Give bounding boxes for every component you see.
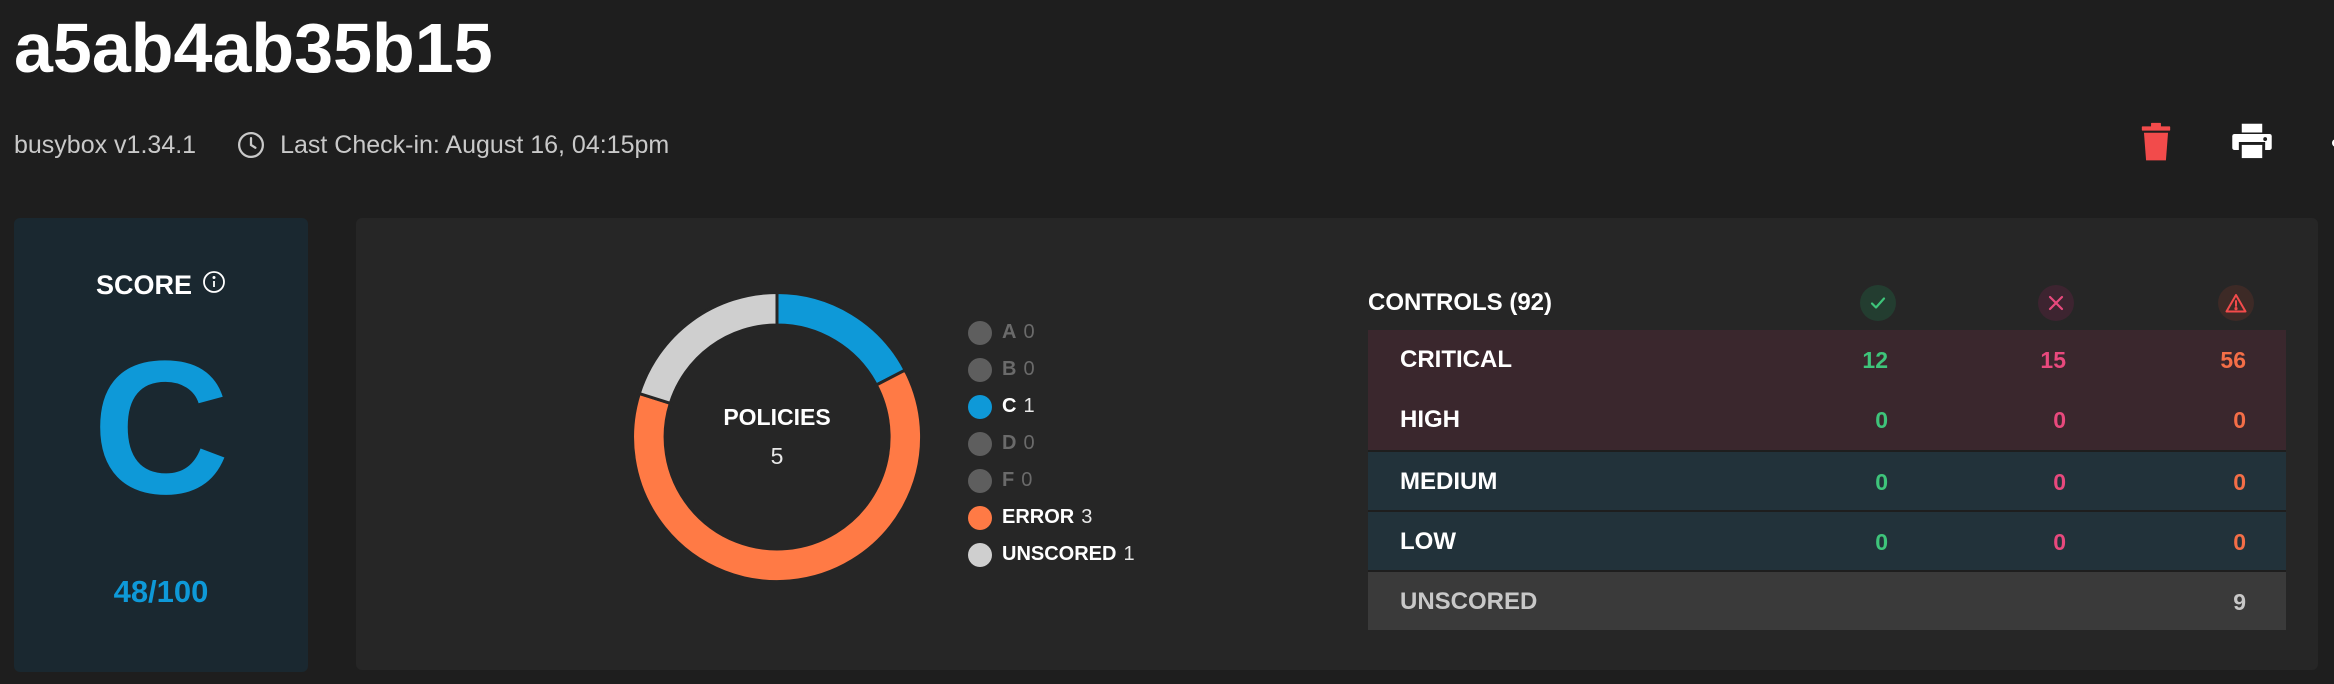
asset-meta: busybox v1.34.1 Last Check-in: August 16… [14, 128, 669, 162]
legend-name: F [1002, 469, 1015, 491]
legend-name: ERROR [1002, 506, 1075, 528]
policies-label: POLICIES [723, 404, 831, 430]
score-heading: SCORE [14, 270, 308, 301]
severity-label: LOW [1400, 528, 1456, 555]
controls-row-medium[interactable]: MEDIUM 0 0 0 [1368, 450, 2286, 510]
severity-label: MEDIUM [1400, 468, 1498, 495]
controls-row-critical[interactable]: CRITICAL 12 15 56 [1368, 330, 2286, 390]
legend-item-b[interactable]: B 0 [968, 351, 1135, 388]
legend-dot [968, 542, 992, 567]
legend-name: D [1002, 432, 1017, 454]
passed-count: 0 [1875, 407, 1888, 433]
legend-count: 0 [1023, 432, 1035, 454]
failed-count: 0 [2053, 529, 2066, 555]
donut-center: POLICIES 5 [632, 292, 922, 582]
check-icon[interactable] [1860, 285, 1896, 321]
unscored-count: 9 [2233, 589, 2246, 615]
legend-count: 1 [1123, 543, 1135, 565]
delete-button[interactable] [2126, 116, 2186, 172]
legend-count: 3 [1081, 506, 1093, 528]
controls-title: CONTROLS (92) [1368, 289, 1553, 316]
legend-item-f[interactable]: F 0 [968, 462, 1135, 499]
asset-title: a5ab4ab35b15 [14, 9, 493, 87]
printer-icon [2231, 123, 2273, 166]
score-card: SCORE C 48/100 [14, 218, 308, 672]
legend-name: A [1002, 321, 1017, 343]
legend-dot [968, 394, 992, 419]
severity-label: CRITICAL [1400, 346, 1512, 373]
controls-header: CONTROLS (92) [1368, 276, 2286, 330]
passed-count: 12 [1862, 347, 1888, 373]
print-button[interactable] [2222, 116, 2282, 172]
failed-count: 15 [2040, 347, 2066, 373]
legend-item-a[interactable]: A 0 [968, 314, 1135, 351]
legend-dot [968, 505, 992, 530]
error-count: 0 [2233, 407, 2246, 433]
controls-row-unscored[interactable]: UNSCORED 9 [1368, 570, 2286, 630]
legend-count: 0 [1023, 321, 1035, 343]
legend-name: B [1002, 358, 1017, 380]
more-button[interactable] [2318, 116, 2334, 172]
policies-count: 5 [770, 443, 784, 469]
failed-count: 0 [2053, 469, 2066, 495]
last-checkin-label: Last Check-in: August 16, 04:15pm [280, 130, 670, 159]
failed-count: 0 [2053, 407, 2066, 433]
legend-dot [968, 320, 992, 345]
passed-count: 0 [1875, 529, 1888, 555]
controls-row-high[interactable]: HIGH 0 0 0 [1368, 390, 2286, 450]
controls-row-low[interactable]: LOW 0 0 0 [1368, 510, 2286, 570]
legend-dot [968, 468, 992, 493]
score-grade: C [92, 322, 230, 534]
trash-icon [2139, 122, 2173, 167]
legend-item-d[interactable]: D 0 [968, 425, 1135, 462]
platform-label: busybox v1.34.1 [14, 130, 197, 159]
legend-item-error[interactable]: ERROR 3 [968, 499, 1135, 536]
legend-name: C [1002, 395, 1017, 417]
score-label: SCORE [95, 270, 193, 300]
legend-dot [968, 357, 992, 382]
legend-item-c[interactable]: C 1 [968, 388, 1135, 425]
policies-legend: A 0 B 0 C 1 D 0 F 0 ERROR 3 UNSCORED 1 [968, 314, 1135, 573]
severity-label: UNSCORED [1400, 588, 1538, 615]
error-count: 0 [2233, 529, 2246, 555]
score-value: 48/100 [113, 574, 209, 609]
legend-name: UNSCORED [1002, 543, 1117, 565]
legend-count: 1 [1023, 395, 1035, 417]
warning-triangle-icon[interactable] [2218, 285, 2254, 321]
error-count: 0 [2233, 469, 2246, 495]
x-icon[interactable] [2038, 285, 2074, 321]
info-icon[interactable] [202, 270, 226, 301]
legend-item-unscored[interactable]: UNSCORED 1 [968, 536, 1135, 573]
error-count: 56 [2220, 347, 2246, 373]
controls-table: CONTROLS (92) CRITICAL 12 15 56 HIGH 0 0… [1368, 276, 2286, 630]
passed-count: 0 [1875, 469, 1888, 495]
clock-icon [236, 130, 266, 160]
legend-dot [968, 431, 992, 456]
legend-count: 0 [1023, 358, 1035, 380]
summary-card: POLICIES 5 A 0 B 0 C 1 D 0 F 0 ERROR 3 U… [356, 218, 2318, 670]
severity-label: HIGH [1400, 406, 1460, 433]
legend-count: 0 [1021, 469, 1033, 491]
